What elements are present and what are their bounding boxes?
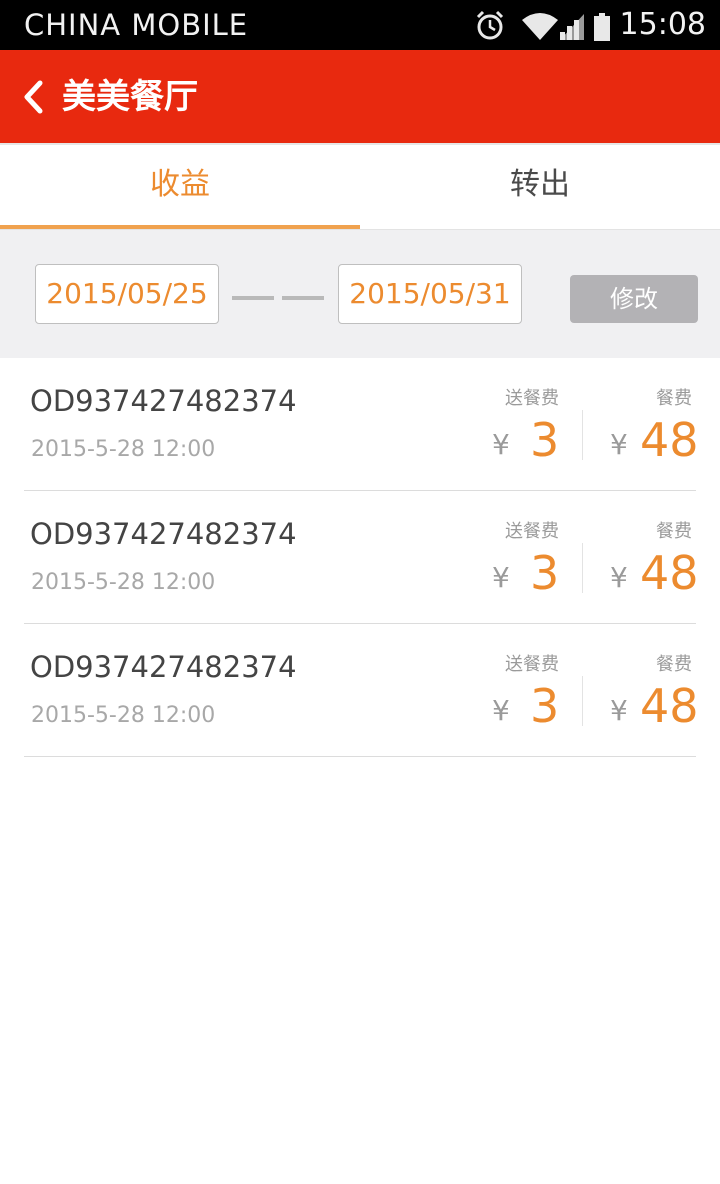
chevron-left-icon bbox=[24, 80, 43, 114]
status-icons bbox=[472, 8, 622, 42]
order-id: OD937427482374 bbox=[30, 650, 297, 684]
wifi-icon bbox=[522, 13, 558, 40]
clock: 15:08 bbox=[619, 7, 706, 42]
food-fee-value: 48 bbox=[640, 413, 699, 467]
date-filter: 2015/05/25 2015/05/31 修改 bbox=[0, 230, 720, 358]
alarm-icon bbox=[476, 10, 504, 40]
food-fee-label: 餐费 bbox=[656, 388, 692, 409]
delivery-fee-value: 3 bbox=[530, 546, 560, 600]
order-time: 2015-5-28 12:00 bbox=[31, 703, 216, 728]
column-divider bbox=[582, 410, 583, 460]
currency-symbol: ¥ bbox=[492, 694, 510, 727]
app-header: 美美餐厅 bbox=[0, 50, 720, 143]
signal-icon bbox=[560, 14, 584, 40]
row-divider bbox=[24, 756, 696, 757]
range-dash bbox=[282, 296, 324, 300]
delivery-fee-value: 3 bbox=[530, 679, 560, 733]
order-time: 2015-5-28 12:00 bbox=[31, 570, 216, 595]
currency-symbol: ¥ bbox=[610, 428, 628, 461]
column-divider bbox=[582, 676, 583, 726]
carrier-name: CHINA MOBILE bbox=[24, 8, 249, 42]
tab-bar: 收益 转出 bbox=[0, 143, 720, 231]
food-fee-value: 48 bbox=[640, 679, 699, 733]
battery-icon bbox=[594, 13, 610, 41]
delivery-fee-label: 送餐费 bbox=[505, 388, 559, 409]
currency-symbol: ¥ bbox=[492, 561, 510, 594]
delivery-fee-label: 送餐费 bbox=[505, 521, 559, 542]
modify-button[interactable]: 修改 bbox=[570, 275, 698, 323]
currency-symbol: ¥ bbox=[610, 561, 628, 594]
delivery-fee-value: 3 bbox=[530, 413, 560, 467]
list-item[interactable]: OD937427482374 2015-5-28 12:00 送餐费 餐费 ¥ … bbox=[0, 358, 720, 491]
order-id: OD937427482374 bbox=[30, 384, 297, 418]
list-item[interactable]: OD937427482374 2015-5-28 12:00 送餐费 餐费 ¥ … bbox=[0, 624, 720, 757]
end-date-field[interactable]: 2015/05/31 bbox=[338, 264, 522, 324]
tab-earnings[interactable]: 收益 bbox=[0, 145, 360, 230]
column-divider bbox=[582, 543, 583, 593]
status-bar: CHINA MOBILE 15:08 bbox=[0, 0, 720, 50]
currency-symbol: ¥ bbox=[492, 428, 510, 461]
food-fee-label: 餐费 bbox=[656, 521, 692, 542]
start-date-field[interactable]: 2015/05/25 bbox=[35, 264, 219, 324]
order-list: OD937427482374 2015-5-28 12:00 送餐费 餐费 ¥ … bbox=[0, 358, 720, 757]
range-dash bbox=[232, 296, 274, 300]
back-button[interactable] bbox=[20, 79, 46, 115]
order-time: 2015-5-28 12:00 bbox=[31, 437, 216, 462]
tab-transfer-out[interactable]: 转出 bbox=[360, 145, 720, 230]
food-fee-value: 48 bbox=[640, 546, 699, 600]
food-fee-label: 餐费 bbox=[656, 654, 692, 675]
delivery-fee-label: 送餐费 bbox=[505, 654, 559, 675]
list-item[interactable]: OD937427482374 2015-5-28 12:00 送餐费 餐费 ¥ … bbox=[0, 491, 720, 624]
currency-symbol: ¥ bbox=[610, 694, 628, 727]
order-id: OD937427482374 bbox=[30, 517, 297, 551]
page-title: 美美餐厅 bbox=[62, 77, 198, 117]
